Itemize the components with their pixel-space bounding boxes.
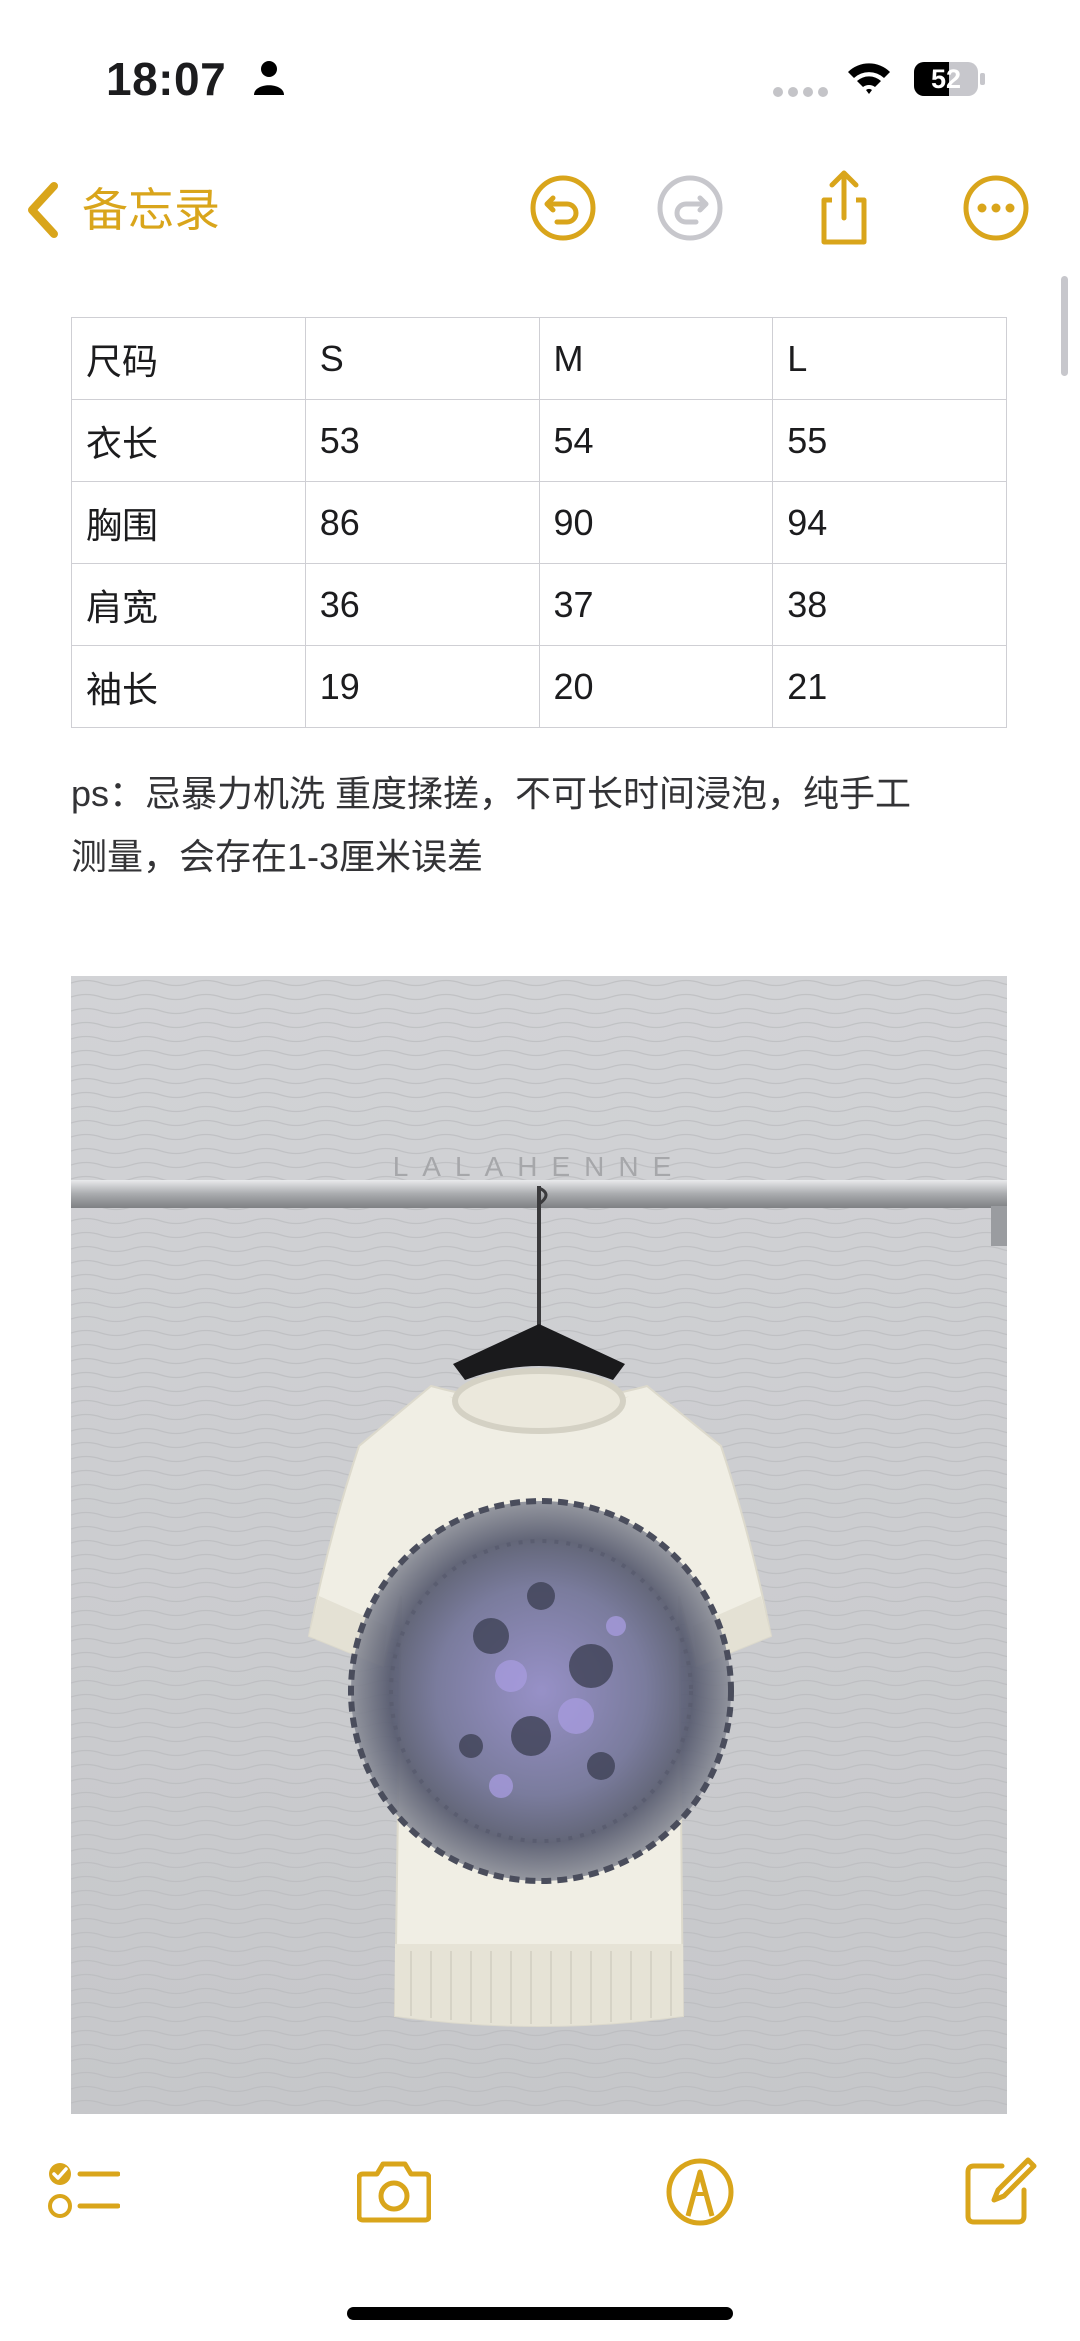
- undo-icon[interactable]: [525, 170, 601, 246]
- markup-icon[interactable]: [663, 2156, 737, 2226]
- status-time: 18:07: [106, 53, 227, 105]
- home-indicator[interactable]: [347, 2307, 733, 2320]
- table-cell[interactable]: 胸围: [71, 481, 306, 564]
- table-cell[interactable]: 21: [772, 645, 1007, 728]
- table-cell[interactable]: 衣长: [71, 399, 306, 482]
- redo-icon[interactable]: [652, 170, 728, 246]
- table-row: 肩宽 36 37 38: [71, 563, 1007, 646]
- table-cell[interactable]: 肩宽: [71, 563, 306, 646]
- note-text[interactable]: ps：忌暴力机洗 重度揉搓，不可长时间浸泡，纯手工 测量，会存在1-3厘米误差: [71, 762, 1007, 888]
- battery-level: 52: [930, 64, 962, 94]
- table-cell[interactable]: S: [304, 317, 540, 400]
- table-cell[interactable]: 尺码: [71, 317, 306, 400]
- table-row: 尺码 S M L: [71, 317, 1007, 400]
- table-row: 袖长 19 20 21: [71, 645, 1007, 728]
- table-cell[interactable]: 19: [304, 645, 540, 728]
- table-cell[interactable]: 36: [304, 563, 540, 646]
- status-bar: 18:07 52: [0, 0, 1080, 150]
- scrollbar[interactable]: [1061, 276, 1068, 376]
- note-line: ps：忌暴力机洗 重度揉搓，不可长时间浸泡，纯手工: [71, 773, 912, 814]
- table-cell[interactable]: L: [772, 317, 1007, 400]
- table-cell[interactable]: 55: [772, 399, 1007, 482]
- table-cell[interactable]: 54: [538, 399, 774, 482]
- table-row: 衣长 53 54 55: [71, 399, 1007, 482]
- person-icon: [254, 61, 284, 95]
- table-cell[interactable]: 38: [772, 563, 1007, 646]
- table-cell[interactable]: 94: [772, 481, 1007, 564]
- note-line: 测量，会存在1-3厘米误差: [71, 836, 484, 877]
- camera-icon[interactable]: [357, 2156, 431, 2226]
- table-cell[interactable]: 53: [304, 399, 540, 482]
- table-cell[interactable]: 37: [538, 563, 774, 646]
- table-cell[interactable]: 90: [538, 481, 774, 564]
- watermark-text: LALAHENNE: [393, 1151, 686, 1182]
- table-cell[interactable]: 20: [538, 645, 774, 728]
- table-cell[interactable]: M: [538, 317, 774, 400]
- table-row: 胸围 86 90 94: [71, 481, 1007, 564]
- share-icon[interactable]: [806, 170, 882, 246]
- bottom-toolbar: [0, 2120, 1080, 2341]
- back-chevron-icon[interactable]: [22, 180, 62, 240]
- nav-bar: 备忘录: [0, 160, 1080, 260]
- tshirt-photo-illustration: LALAHENNE: [71, 976, 1007, 2114]
- back-button[interactable]: 备忘录: [82, 180, 220, 240]
- more-icon[interactable]: [958, 170, 1034, 246]
- checklist-icon[interactable]: [46, 2156, 120, 2226]
- product-photo[interactable]: LALAHENNE: [71, 976, 1007, 2114]
- size-table: 尺码 S M L 衣长 53 54 55 胸围 86 90 94 肩宽 36 3…: [71, 317, 1007, 728]
- wifi-icon: [848, 63, 890, 94]
- compose-icon[interactable]: [964, 2156, 1038, 2226]
- table-cell[interactable]: 袖长: [71, 645, 306, 728]
- signal-dots-icon: [773, 87, 828, 97]
- table-cell[interactable]: 86: [304, 481, 540, 564]
